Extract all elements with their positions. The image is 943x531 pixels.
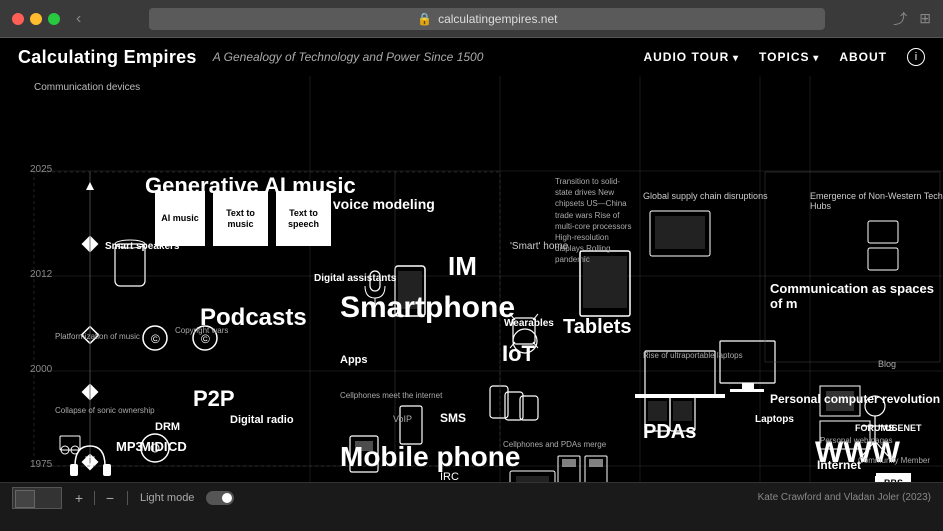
label-cellphones-internet: Cellphones meet the internet	[340, 391, 442, 400]
nav-topics[interactable]: TOPICS	[759, 50, 819, 64]
year-1975: 1975	[30, 459, 52, 470]
lock-icon: 🔒	[417, 12, 432, 26]
year-2000: 2000	[30, 364, 52, 375]
label-midi: MIDI	[140, 439, 167, 454]
label-pdas: PDAs	[643, 421, 696, 444]
label-im: IM	[448, 251, 477, 282]
label-smartphone: Smartphone	[340, 291, 515, 325]
browser-actions: ⤴ ⊞	[893, 9, 931, 29]
label-iot: IoT	[502, 341, 535, 367]
site-title: Calculating Empires	[18, 47, 197, 68]
maximize-button[interactable]	[48, 13, 60, 25]
main-content: © ©	[0, 76, 943, 482]
zoom-out-button[interactable]: −	[101, 490, 119, 506]
url-text: calculatingempires.net	[438, 12, 557, 26]
zoom-controls: + −	[70, 490, 119, 506]
mode-toggle-dot	[222, 493, 232, 503]
svg-text:©: ©	[151, 332, 160, 346]
label-cd: CD	[168, 439, 187, 454]
label-voip: VoIP	[393, 414, 412, 424]
label-internet: Internet	[817, 458, 861, 472]
label-ai-voice: AI voice modeling	[315, 196, 435, 212]
label-p2p: P2P	[193, 386, 235, 412]
site-subtitle: A Genealogy of Technology and Power Sinc…	[213, 50, 484, 64]
box-ai-music: AI music	[155, 191, 205, 246]
label-mp3: MP3	[116, 439, 143, 454]
box-bbs: BBS	[876, 473, 911, 482]
label-blog: Blog	[878, 359, 896, 369]
site-nav: AUDIO TOUR TOPICS ABOUT i	[643, 48, 925, 66]
label-smart-speakers: Smart speakers	[105, 241, 180, 252]
year-2025: 2025	[30, 164, 52, 175]
label-tablets: Tablets	[563, 316, 632, 339]
label-wearables: Wearables	[504, 318, 554, 329]
close-button[interactable]	[12, 13, 24, 25]
label-cellphones-pda: Cellphones and PDAs merge	[503, 440, 606, 449]
address-bar[interactable]: 🔒 calculatingempires.net	[149, 8, 825, 30]
label-sms: SMS	[440, 411, 466, 425]
map-thumbnail	[12, 487, 62, 509]
label-laptops: Laptops	[755, 414, 794, 425]
bottom-toolbar: + − Light mode Kate Crawford and Vladan …	[0, 482, 943, 512]
traffic-lights	[12, 13, 60, 25]
category-label: Communication devices	[34, 82, 140, 93]
site-header: Calculating Empires A Genealogy of Techn…	[0, 38, 943, 76]
box-text-to-speech: Text to speech	[276, 191, 331, 246]
new-tab-icon[interactable]: ⊞	[919, 10, 931, 27]
label-rise-laptops: Rise of ultraportable laptops	[643, 351, 743, 360]
label-digital-radio: Digital radio	[230, 414, 294, 426]
label-transition-ssd: Transition to solid-state drives New chi…	[555, 176, 635, 266]
label-global-supply: Global supply chain disruptions	[643, 191, 768, 201]
label-digital-assistants: Digital assistants	[314, 273, 396, 284]
zoom-in-button[interactable]: +	[70, 490, 88, 506]
share-icon[interactable]: ⤴	[893, 9, 907, 29]
year-2012: 2012	[30, 269, 52, 280]
nav-about[interactable]: ABOUT	[839, 50, 887, 64]
browser-chrome: ‹ 🔒 calculatingempires.net ⤴ ⊞	[0, 0, 943, 38]
info-icon[interactable]: i	[907, 48, 925, 66]
label-pc-revolution: Personal computer revolution	[770, 392, 940, 408]
minimize-button[interactable]	[30, 13, 42, 25]
zoom-divider	[94, 491, 95, 505]
mode-toggle[interactable]	[206, 491, 234, 505]
label-community: Community Member	[858, 456, 930, 466]
label-personal-web: Personal web pages	[820, 436, 893, 445]
label-communication-spaces: Communication as spaces of m	[770, 281, 943, 311]
label-mobile-phone: Mobile phone	[340, 441, 520, 473]
label-usenet: USENET	[885, 423, 922, 433]
label-platformization: Platformization of music	[55, 332, 140, 342]
mode-label: Light mode	[140, 492, 194, 504]
box-text-to-music: Text to music	[213, 191, 268, 246]
label-collapse-sonic: Collapse of sonic ownership	[55, 406, 155, 416]
back-button[interactable]: ‹	[76, 10, 81, 28]
divider	[127, 491, 128, 505]
label-apps: Apps	[340, 354, 368, 366]
credits-text: Kate Crawford and Vladan Joler (2023)	[758, 492, 931, 503]
label-copyright-wars: Copyright wars	[175, 326, 228, 335]
label-drm: DRM	[155, 421, 180, 433]
map-canvas[interactable]: © ©	[0, 76, 943, 482]
nav-audio-tour[interactable]: AUDIO TOUR	[643, 50, 739, 64]
label-emergence-tech: Emergence of Non-Western Tech Hubs	[810, 191, 943, 211]
